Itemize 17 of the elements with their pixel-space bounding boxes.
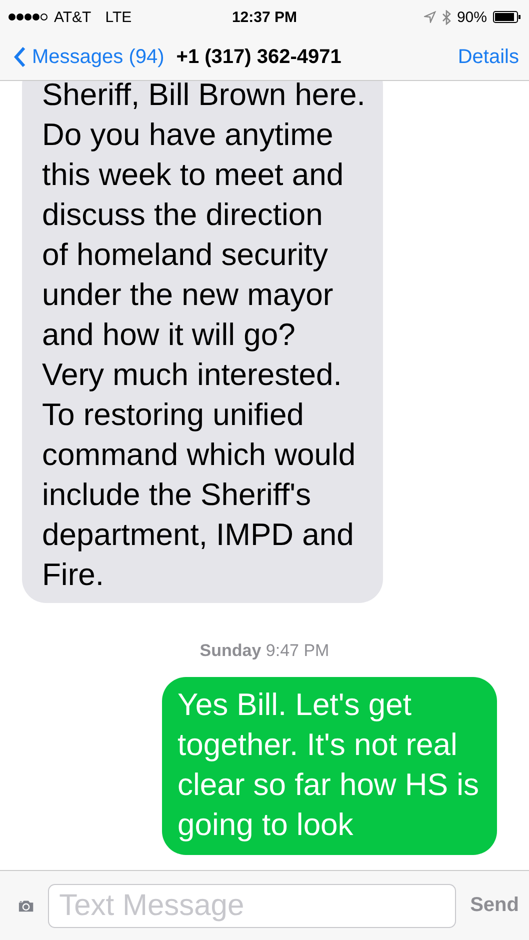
send-button[interactable]: Send	[470, 894, 519, 917]
back-button[interactable]: Messages (94)	[14, 46, 164, 68]
chevron-left-icon	[14, 46, 26, 68]
network-type: LTE	[105, 8, 132, 26]
message-input-field[interactable]: Text Message	[48, 884, 456, 928]
message-timestamp: Sunday 9:47 PM	[200, 641, 330, 661]
sent-message-bubble: Yes Bill. Let's get together. It's not real clear so far how HS is going to look	[162, 677, 497, 855]
battery-icon	[493, 11, 521, 23]
received-message-bubble: Sheriff, Bill Brown here. Do you have anytime this week to meet and discuss the direction of homeland security under the new mayor and how it will go? Very much interested. To restoring unified command which would include the Sheriff's department, IMPD and Fire.	[22, 81, 384, 603]
location-icon	[424, 11, 436, 23]
details-link[interactable]: Details	[458, 46, 519, 68]
contact-phone-number: +1 (317) 362-4971	[176, 46, 342, 68]
bluetooth-icon	[442, 10, 451, 24]
clock: 12:37 PM	[232, 8, 298, 26]
signal-icon	[8, 12, 48, 22]
carrier: AT&T	[54, 8, 92, 26]
battery-percentage: 90%	[456, 8, 487, 26]
